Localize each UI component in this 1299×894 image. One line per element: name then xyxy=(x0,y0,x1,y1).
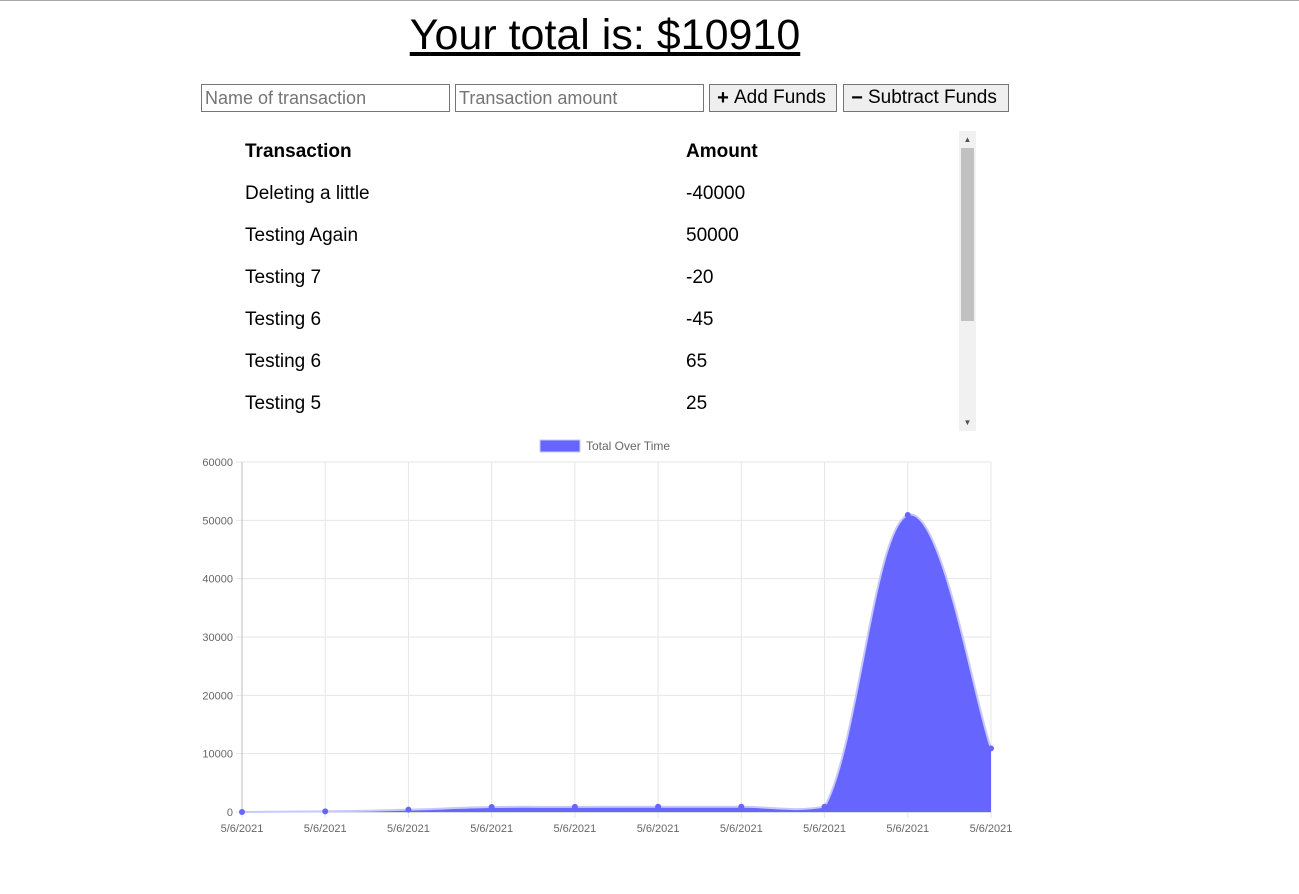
legend-label: Total Over Time xyxy=(586,439,670,453)
transaction-amount: -40000 xyxy=(686,183,746,204)
series-area-total-over-time xyxy=(242,514,991,812)
total-over-time-chart: 0 10000 20000 30000 40000 50000 60000 5/6/2021 5… xyxy=(202,439,1013,835)
transaction-name: Testing 7 xyxy=(245,267,322,288)
data-point xyxy=(904,512,911,519)
y-tick-label: 0 xyxy=(227,807,233,819)
table-row: Testing 6 65 xyxy=(228,341,958,383)
x-tick-label: 5/6/2021 xyxy=(470,823,513,835)
transaction-amount: 25 xyxy=(686,393,708,414)
column-header-amount: Amount xyxy=(686,141,758,162)
scroll-down-arrow-icon[interactable]: ▼ xyxy=(959,414,976,431)
data-point xyxy=(988,745,994,752)
data-point xyxy=(239,809,245,815)
minus-icon: − xyxy=(851,87,863,109)
total-heading: Your total is: $10910 xyxy=(409,11,801,59)
scroll-up-arrow-icon[interactable]: ▲ xyxy=(959,131,976,148)
chart-series xyxy=(239,512,994,815)
transaction-name: Testing 6 xyxy=(245,351,322,372)
transaction-amount-input[interactable] xyxy=(455,84,704,112)
table-header-row: Transaction Amount xyxy=(228,131,958,173)
plus-icon: + xyxy=(717,87,729,109)
transaction-name: Testing 5 xyxy=(245,393,322,414)
x-tick-label: 5/6/2021 xyxy=(970,823,1013,835)
x-tick-label: 5/6/2021 xyxy=(221,823,264,835)
y-tick-label: 50000 xyxy=(202,515,233,527)
x-tick-label: 5/6/2021 xyxy=(553,823,596,835)
legend-swatch xyxy=(539,439,581,453)
y-tick-label: 20000 xyxy=(202,690,233,702)
transaction-amount: -45 xyxy=(686,309,714,330)
data-point xyxy=(821,803,828,810)
table-row: Testing 5 25 xyxy=(228,383,958,425)
y-tick-label: 30000 xyxy=(202,632,233,644)
chart-legend: Total Over Time xyxy=(539,439,670,453)
data-point xyxy=(405,806,412,813)
add-funds-label: Add Funds xyxy=(734,87,826,108)
add-funds-button[interactable]: + Add Funds xyxy=(709,84,837,112)
column-header-transaction: Transaction xyxy=(245,141,352,162)
data-point xyxy=(488,804,495,811)
data-point xyxy=(571,803,578,810)
table-row: Testing 7 -20 xyxy=(228,257,958,299)
x-tick-label: 5/6/2021 xyxy=(387,823,430,835)
table-row: Testing 6 -45 xyxy=(228,299,958,341)
table-row: Testing Again 50000 xyxy=(228,215,958,257)
x-tick-label: 5/6/2021 xyxy=(720,823,763,835)
y-tick-label: 10000 xyxy=(202,749,233,761)
subtract-funds-button[interactable]: − Subtract Funds xyxy=(843,84,1009,112)
data-point xyxy=(655,803,662,810)
y-tick-label: 40000 xyxy=(202,574,233,586)
x-tick-label: 5/6/2021 xyxy=(803,823,846,835)
transactions-table: Transaction Amount Deleting a little -40… xyxy=(228,131,958,425)
table-row: Deleting a little -40000 xyxy=(228,173,958,215)
x-tick-label: 5/6/2021 xyxy=(886,823,929,835)
vertical-scrollbar[interactable]: ▲ ▼ xyxy=(959,131,976,431)
data-point xyxy=(738,803,745,810)
transaction-amount: -20 xyxy=(686,267,714,288)
data-point xyxy=(322,808,329,815)
subtract-funds-label: Subtract Funds xyxy=(868,87,997,108)
transaction-amount: 50000 xyxy=(686,225,739,246)
x-tick-label: 5/6/2021 xyxy=(304,823,347,835)
transaction-name: Testing 6 xyxy=(245,309,322,330)
transactions-scroll-area[interactable]: Transaction Amount Deleting a little -40… xyxy=(228,131,976,431)
transaction-name: Deleting a little xyxy=(245,183,370,204)
transaction-amount: 65 xyxy=(686,351,708,372)
transaction-name: Testing Again xyxy=(245,225,359,246)
x-tick-label: 5/6/2021 xyxy=(637,823,680,835)
y-tick-label: 60000 xyxy=(202,457,233,469)
scrollbar-thumb[interactable] xyxy=(961,148,974,321)
transaction-name-input[interactable] xyxy=(201,84,450,112)
